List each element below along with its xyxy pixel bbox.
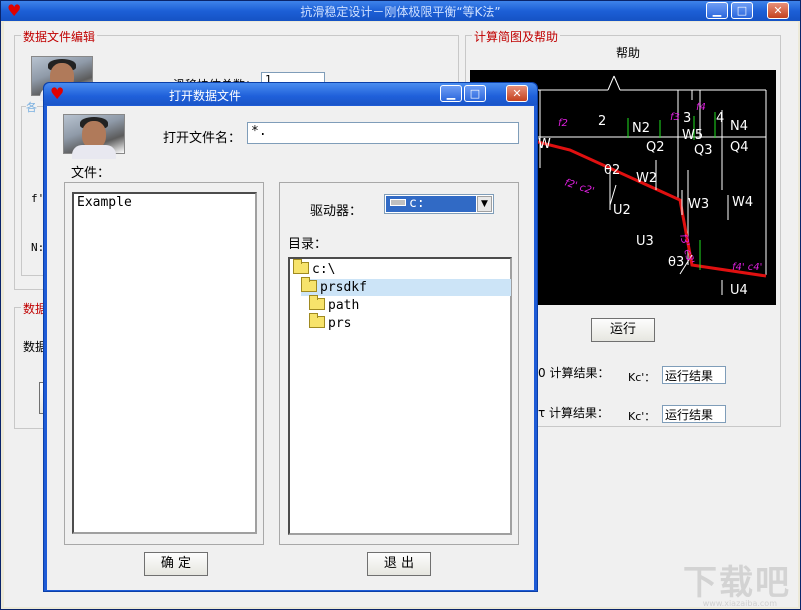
- result1-label: 0 计算结果：: [538, 366, 610, 380]
- drive-dropdown-arrow[interactable]: ▼: [477, 196, 492, 212]
- result2-label: τ 计算结果：: [538, 406, 610, 420]
- diagram-label-2: 2: [598, 114, 606, 129]
- dialog-minimize-button[interactable]: ▁: [440, 85, 462, 102]
- close-button[interactable]: ✕: [767, 2, 789, 19]
- kc2-label: Kc'：: [628, 410, 656, 423]
- folder-icon: [309, 295, 325, 310]
- dir-label: 目录：: [288, 237, 328, 252]
- exit-button[interactable]: 退 出: [367, 552, 431, 576]
- filename-label: 打开文件名：: [163, 131, 242, 146]
- diagram-label-N2: N2: [632, 121, 650, 136]
- open-file-dialog: ♥ 打开数据文件 ▁ □ ✕ 打开文件名： *. 文件： Example 驱动器…: [43, 82, 538, 592]
- help-label[interactable]: 帮助: [616, 44, 640, 61]
- open-folder-icon: [293, 259, 309, 274]
- minimize-button[interactable]: ▁: [706, 2, 728, 19]
- diagram-label-f2: f2: [558, 118, 568, 129]
- diagram-label-f2c2: f2' c2': [563, 177, 595, 197]
- file-item[interactable]: Example: [74, 194, 255, 211]
- diagram-label-f4c4: f4' c4': [732, 262, 762, 273]
- files-panel: Example: [64, 182, 264, 545]
- run-button[interactable]: 运行: [591, 318, 655, 342]
- maximize-button[interactable]: □: [731, 2, 753, 19]
- diagram-label-f4: f4: [696, 102, 706, 113]
- diagram-label-W5: W5: [682, 128, 703, 143]
- diagram-label-4: 4: [716, 111, 724, 126]
- diagram-label-3: 3: [683, 111, 691, 126]
- dialog-close-button[interactable]: ✕: [506, 85, 528, 102]
- drive-value: c:: [409, 196, 425, 211]
- diagram-label-W3: W3: [688, 197, 709, 212]
- dialog-heart-icon: ♥: [50, 84, 65, 103]
- dialog-client: 打开文件名： *. 文件： Example 驱动器： c: ▼ 目录： c:\: [47, 106, 534, 590]
- dir-item-selected[interactable]: prsdkf: [301, 277, 511, 296]
- diagram-label-U3: U3: [636, 234, 654, 249]
- diagram-label-N4: N4: [730, 119, 748, 134]
- diagram-label-Q2: Q2: [646, 140, 665, 155]
- diagram-label-U4: U4: [730, 283, 748, 298]
- diagram-label-Q3: Q3: [694, 143, 713, 158]
- main-title: 抗滑稳定设计－刚体极限平衡“等K法”: [300, 5, 501, 19]
- kc1-label: Kc'：: [628, 371, 656, 384]
- drive-label: 驱动器：: [310, 204, 363, 219]
- drive-select[interactable]: c: ▼: [384, 194, 494, 214]
- dialog-titlebar[interactable]: ♥ 打开数据文件 ▁ □ ✕: [44, 83, 537, 105]
- diagram-label-W2: W2: [636, 171, 657, 186]
- open-folder-icon: [301, 277, 317, 292]
- diagram-label-f3: f3: [670, 112, 680, 123]
- files-label: 文件：: [71, 166, 111, 181]
- dialog-author-photo: [63, 114, 125, 159]
- dialog-maximize-button[interactable]: □: [464, 85, 486, 102]
- main-titlebar[interactable]: ♥ 抗滑稳定设计－刚体极限平衡“等K法” ▁ □ ✕: [1, 1, 800, 21]
- diagram-label-W: W: [538, 137, 551, 152]
- drive-icon: [390, 199, 406, 206]
- dir-item-root[interactable]: c:\: [293, 259, 335, 278]
- result2-field[interactable]: 运行结果: [662, 405, 726, 423]
- files-listbox[interactable]: Example: [72, 192, 257, 534]
- filename-input[interactable]: *.: [247, 122, 519, 144]
- dir-item[interactable]: prs: [309, 313, 351, 332]
- diagram-label-U2: U2: [613, 203, 631, 218]
- drive-selected: c:: [386, 196, 476, 212]
- dialog-title: 打开数据文件: [169, 89, 242, 103]
- folder-icon: [309, 313, 325, 328]
- diagram-label-Q4: Q4: [730, 140, 749, 155]
- diagram-label-theta2: θ2: [604, 163, 620, 178]
- watermark-url: www.xiazaiba.com: [702, 599, 777, 608]
- data-file-edit-title: 数据文件编辑: [21, 28, 98, 45]
- diagram-label-W4: W4: [732, 195, 753, 210]
- dir-item[interactable]: path: [309, 295, 359, 314]
- dirs-listbox[interactable]: c:\ prsdkf path prs: [288, 257, 512, 535]
- watermark-logo: 下载吧: [683, 563, 791, 603]
- ok-button[interactable]: 确 定: [144, 552, 208, 576]
- diagram-help-title: 计算简图及帮助: [472, 28, 561, 45]
- diagram-label-theta3: θ3: [668, 255, 684, 270]
- dirs-panel: 驱动器： c: ▼ 目录： c:\ prsdkf path prs: [279, 182, 519, 545]
- block-subgroup-title: 各: [26, 99, 37, 115]
- result1-field[interactable]: 运行结果: [662, 366, 726, 384]
